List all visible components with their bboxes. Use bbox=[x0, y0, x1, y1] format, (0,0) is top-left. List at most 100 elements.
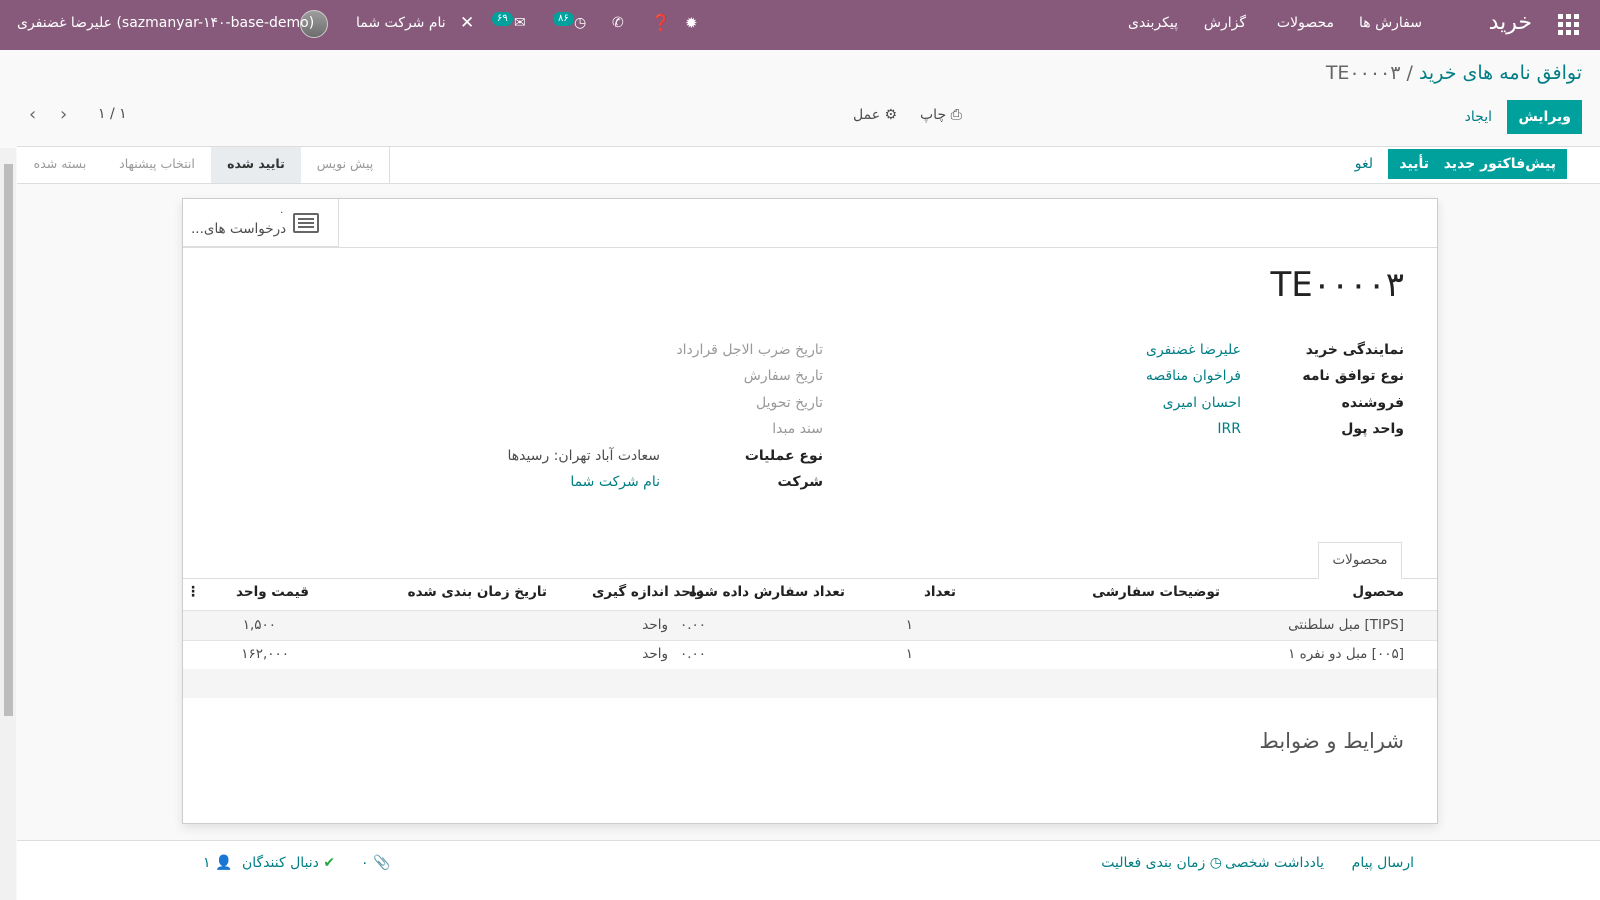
log-note-button[interactable]: یادداشت شخصی bbox=[1225, 855, 1324, 871]
tools-icon[interactable]: ✕ bbox=[460, 0, 474, 50]
table-row[interactable] bbox=[183, 611, 1437, 640]
rfq-label: درخواست های... bbox=[191, 221, 287, 237]
user-menu[interactable]: علیرضا غضنفری (sazmanyar-۱۴۰-base-demo) bbox=[17, 0, 314, 50]
deadline-placeholder[interactable]: تاریخ ضرب الاجل قرارداد bbox=[676, 342, 823, 358]
user-icon: 👤 bbox=[214, 855, 233, 871]
chevron-right-icon[interactable]: › bbox=[60, 104, 67, 125]
stage-confirmed[interactable]: تایید شده bbox=[211, 147, 301, 183]
printer-icon: ⎙ bbox=[950, 107, 962, 123]
delivery-date-placeholder[interactable]: تاریخ تحویل bbox=[756, 395, 823, 411]
confirm-button[interactable]: تأیید bbox=[1388, 149, 1440, 179]
app-name[interactable]: خرید bbox=[1489, 0, 1532, 50]
form-sheet: ۰ درخواست های... TE۰۰۰۰۳ نمایندگی خرید ع… bbox=[182, 198, 1438, 824]
page-scrollbar[interactable] bbox=[0, 148, 16, 900]
tabs-divider bbox=[183, 578, 1437, 579]
row1-product[interactable]: [TIPS] مبل سلطنتی bbox=[1288, 617, 1404, 633]
source-document-placeholder[interactable]: سند مبدا bbox=[772, 421, 823, 437]
schedule-activity-label: زمان بندی فعالیت bbox=[1101, 855, 1206, 871]
rfq-count: ۰ bbox=[279, 207, 285, 218]
sheet-header-divider bbox=[183, 247, 1437, 248]
agreement-type-value[interactable]: فراخوان مناقصه bbox=[1146, 368, 1241, 384]
col-unit-price[interactable]: قیمت واحد bbox=[236, 584, 309, 600]
stage-closed[interactable]: بسته شده bbox=[17, 147, 103, 183]
col-ordered-qty[interactable]: تعداد سفارش داده شده bbox=[689, 584, 845, 600]
followers-button[interactable]: ۱ 👤 bbox=[203, 855, 232, 871]
attachments-count: ۰ bbox=[361, 855, 369, 871]
cancel-button[interactable]: لغو bbox=[1344, 149, 1384, 179]
operation-type-value[interactable]: سعادت آباد تهران: رسیدها bbox=[508, 448, 660, 464]
activity-clock-icon[interactable]: ◷ bbox=[574, 0, 586, 50]
col-quantity[interactable]: تعداد bbox=[924, 584, 956, 600]
menu-products[interactable]: محصولات bbox=[1277, 0, 1334, 50]
stage-draft[interactable]: پیش نویس bbox=[300, 147, 390, 183]
row2-product[interactable]: [۰۰۵] مبل دو نفره ۱ bbox=[1288, 646, 1404, 662]
vendor-label: فروشنده bbox=[1341, 395, 1404, 411]
action-label: عمل bbox=[853, 107, 881, 123]
scrollbar-thumb[interactable] bbox=[4, 164, 13, 716]
currency-value[interactable]: IRR bbox=[1217, 421, 1241, 437]
check-icon: ✔ bbox=[323, 855, 336, 871]
rfq-smart-button[interactable]: ۰ درخواست های... bbox=[183, 199, 339, 247]
row-divider bbox=[183, 640, 1437, 641]
row2-uom[interactable]: واحد bbox=[642, 646, 668, 662]
print-label: چاپ bbox=[920, 107, 947, 123]
company-label: شرکت bbox=[777, 474, 823, 490]
print-dropdown[interactable]: ⎙ چاپ bbox=[909, 98, 973, 132]
menu-reporting[interactable]: گزارش bbox=[1204, 0, 1246, 50]
purchase-rep-label: نمایندگی خرید bbox=[1305, 342, 1404, 358]
optional-columns-icon[interactable]: ⋮ bbox=[186, 584, 200, 600]
menu-orders[interactable]: سفارش ها bbox=[1359, 0, 1422, 50]
action-dropdown[interactable]: ⚙ عمل bbox=[842, 98, 908, 132]
followers-count: ۱ bbox=[203, 855, 211, 871]
row1-uom[interactable]: واحد bbox=[642, 617, 668, 633]
stage-bar: پیش نویس تایید شده انتخاب پیشنهاد بسته ش… bbox=[17, 147, 390, 183]
breadcrumb-separator: / bbox=[1406, 62, 1413, 84]
purchase-rep-value[interactable]: علیرضا غضنفری bbox=[1146, 342, 1241, 358]
col-uom[interactable]: واحد اندازه گیری bbox=[592, 584, 704, 600]
row1-unit-price[interactable]: ۱,۵۰۰ bbox=[243, 617, 276, 633]
agreement-title: TE۰۰۰۰۳ bbox=[1270, 265, 1404, 305]
row1-ordered-qty: ۰.۰۰ bbox=[679, 617, 706, 633]
pager-value[interactable]: ۱ / ۱ bbox=[98, 106, 127, 122]
gear-icon: ⚙ bbox=[884, 107, 898, 123]
breadcrumb-current: TE۰۰۰۰۳ bbox=[1325, 62, 1401, 84]
phone-icon[interactable]: ✆ bbox=[612, 0, 624, 50]
tab-products[interactable]: محصولات bbox=[1318, 542, 1402, 579]
paperclip-icon: 📎 bbox=[372, 855, 391, 871]
following-label: دنبال کنندگان bbox=[242, 855, 319, 871]
vendor-value[interactable]: احسان امیری bbox=[1163, 395, 1241, 411]
breadcrumb-parent[interactable]: توافق نامه های خرید bbox=[1419, 62, 1582, 84]
stage-bid-selection[interactable]: انتخاب پیشنهاد bbox=[103, 147, 211, 183]
col-product[interactable]: محصول bbox=[1352, 584, 1404, 600]
attachments-button[interactable]: ۰ 📎 bbox=[361, 855, 390, 871]
col-custom-description[interactable]: توضیحات سفارشی bbox=[1092, 584, 1220, 600]
menu-configuration[interactable]: پیکربندی bbox=[1128, 0, 1178, 50]
edit-button[interactable]: ویرایش bbox=[1507, 100, 1582, 134]
clock-icon: ◷ bbox=[1209, 855, 1222, 871]
follow-button[interactable]: ✔ دنبال کنندگان bbox=[242, 855, 335, 871]
debug-bug-icon[interactable]: ✹ bbox=[685, 0, 698, 50]
currency-label: واحد پول bbox=[1341, 421, 1404, 437]
messaging-icon[interactable]: ✉ bbox=[514, 0, 526, 50]
chatter: ارسال پیام یادداشت شخصی ◷ زمان بندی فعال… bbox=[17, 840, 1600, 900]
agreement-type-label: نوع توافق نامه bbox=[1302, 368, 1404, 384]
message-count-badge: ۶۹ bbox=[492, 12, 513, 26]
new-quotation-button[interactable]: پیش‌فاکتور جدید bbox=[1432, 149, 1567, 179]
send-message-button[interactable]: ارسال پیام bbox=[1352, 855, 1414, 871]
activity-count-badge: ۸۶ bbox=[553, 12, 574, 26]
row2-unit-price[interactable]: ۱۶۲,۰۰۰ bbox=[241, 646, 289, 662]
order-date-placeholder[interactable]: تاریخ سفارش bbox=[744, 368, 823, 384]
create-button[interactable]: ایجاد bbox=[1454, 100, 1503, 134]
row1-quantity[interactable]: ۱ bbox=[906, 617, 913, 633]
company-value[interactable]: نام شرکت شما bbox=[570, 474, 660, 490]
help-icon[interactable]: ❓ bbox=[651, 0, 671, 50]
chevron-left-icon[interactable]: ‹ bbox=[29, 104, 36, 125]
row2-quantity[interactable]: ۱ bbox=[906, 646, 913, 662]
apps-menu-icon[interactable] bbox=[1558, 14, 1580, 36]
col-scheduled-date[interactable]: تاریخ زمان بندی شده bbox=[408, 584, 547, 600]
company-switcher[interactable]: نام شرکت شما bbox=[356, 0, 446, 50]
list-icon bbox=[293, 213, 319, 233]
terms-title: شرایط و ضوابط bbox=[1259, 729, 1404, 753]
schedule-activity-button[interactable]: ◷ زمان بندی فعالیت bbox=[1101, 855, 1222, 871]
row2-ordered-qty: ۰.۰۰ bbox=[679, 646, 706, 662]
